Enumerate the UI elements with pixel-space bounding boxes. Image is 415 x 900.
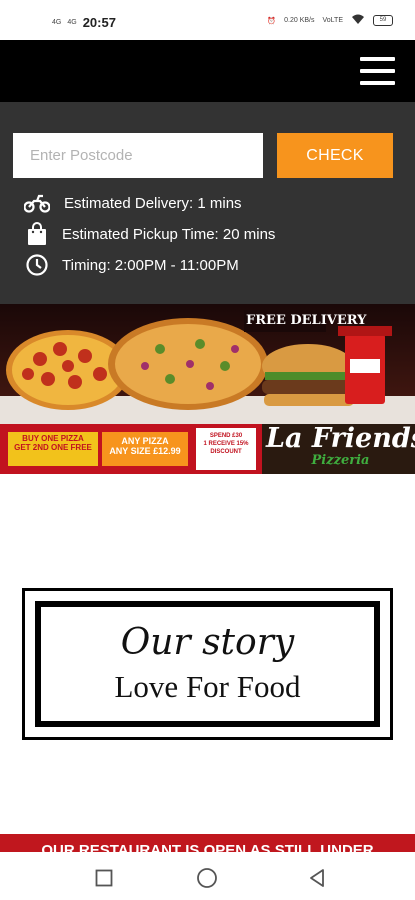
motorbike-icon <box>24 191 50 215</box>
hamburger-menu-icon[interactable] <box>360 57 395 85</box>
delivery-text: Estimated Delivery: 1 mins <box>64 194 242 212</box>
signal-icon-2: 4G <box>67 19 77 26</box>
status-left: 4G 4G 20:57 <box>52 15 116 30</box>
promo-1-line2: GET 2ND ONE FREE <box>14 443 92 452</box>
promo-3-line1: SPEND £30 <box>209 433 243 439</box>
promo-1: BUY ONE PIZZA GET 2ND ONE FREE <box>10 434 96 452</box>
delivery-info: Estimated Delivery: 1 mins <box>24 191 242 215</box>
app-header <box>0 40 415 102</box>
timing-info: Timing: 2:00PM - 11:00PM <box>24 253 239 277</box>
system-nav-bar <box>0 852 415 900</box>
brand-tagline: Pizzeria <box>311 453 370 468</box>
status-right: ⏰ 0.20 KB/s VoLTE 59 <box>267 14 393 27</box>
signal-icon: 4G <box>52 19 62 26</box>
clock-icon <box>24 253 50 277</box>
status-time: 20:57 <box>82 15 116 30</box>
brand-logo: La Friends Pizzeria <box>266 424 415 468</box>
volte-label: VoLTE <box>322 17 344 24</box>
timing-text: Timing: 2:00PM - 11:00PM <box>62 256 239 274</box>
burger-image <box>262 344 356 406</box>
story-title: Our story <box>120 622 295 664</box>
postcode-input[interactable] <box>13 133 263 178</box>
alarm-icon: ⏰ <box>267 17 277 25</box>
pickup-info: Estimated Pickup Time: 20 mins <box>24 222 275 246</box>
pickup-text: Estimated Pickup Time: 20 mins <box>62 225 276 243</box>
home-circle-icon[interactable] <box>195 866 219 890</box>
cola-drink-image <box>338 326 392 404</box>
our-story-card: Our story Love For Food <box>22 588 393 740</box>
net-speed: 0.20 KB/s <box>284 17 315 24</box>
story-subtitle: Love For Food <box>114 668 301 704</box>
promo-2-line1: ANY PIZZA <box>121 436 169 446</box>
promo-2-line2: ANY SIZE £12.99 <box>109 446 181 456</box>
back-triangle-icon[interactable] <box>305 866 329 890</box>
status-bar: 4G 4G 20:57 ⏰ 0.20 KB/s VoLTE 59 <box>0 0 415 40</box>
battery-icon: 59 <box>373 15 393 26</box>
recents-square-icon[interactable] <box>92 866 116 890</box>
promo-3-line2: 1 RECEIVE 15% <box>203 441 249 447</box>
promo-2: ANY PIZZA ANY SIZE £12.99 <box>104 436 186 456</box>
promo-3-line3: DISCOUNT <box>210 449 242 455</box>
promo-1-line1: BUY ONE PIZZA <box>22 434 84 443</box>
our-story-inner-border: Our story Love For Food <box>35 601 380 727</box>
promo-banner[interactable]: FREE DELIVERY BUY ONE PIZZA GET 2ND ONE … <box>0 304 415 474</box>
brand-name: La Friends <box>266 423 415 454</box>
shopping-bag-icon <box>24 222 50 246</box>
notice-banner: OUR RESTAURANT IS OPEN AS STILL UNDER <box>0 834 415 854</box>
promo-3: SPEND £30 1 RECEIVE 15% DISCOUNT <box>198 432 254 456</box>
delivery-panel: CHECK Estimated Delivery: 1 mins Estimat… <box>0 102 415 304</box>
free-delivery-label: FREE DELIVERY <box>246 313 367 328</box>
wifi-icon <box>351 14 365 27</box>
check-button[interactable]: CHECK <box>277 133 393 178</box>
